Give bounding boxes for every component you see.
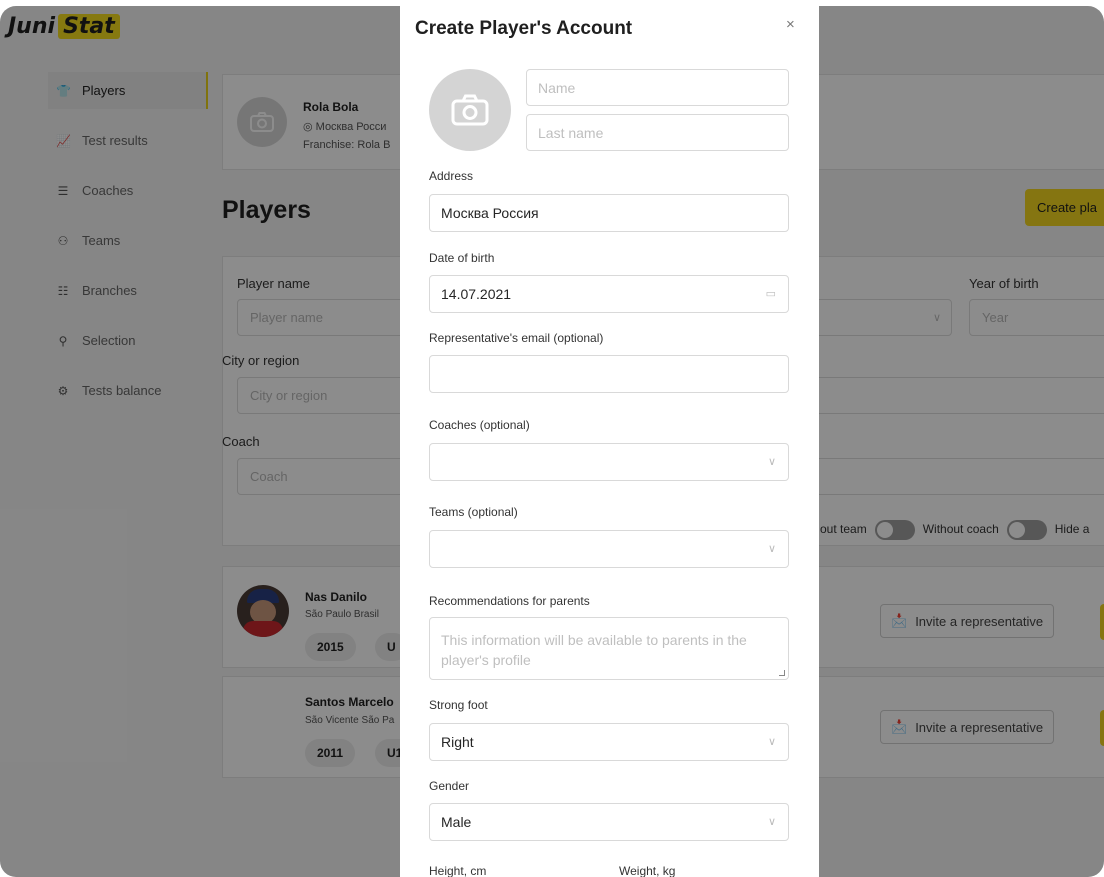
address-label: Address (429, 169, 474, 183)
name-input[interactable]: Name (526, 69, 789, 106)
coaches-label: Coaches (optional) (429, 418, 530, 432)
dob-value: 14.07.2021 (441, 286, 512, 302)
chevron-down-icon: ∨ (767, 736, 776, 748)
last-name-input[interactable]: Last name (526, 114, 789, 151)
address-input[interactable]: Москва Россия (429, 194, 789, 232)
chevron-down-icon: ∨ (767, 816, 776, 828)
chevron-down-icon: ∨ (767, 456, 776, 468)
close-icon[interactable]: × (786, 16, 795, 33)
strong-foot-select[interactable]: Right ∨ (429, 723, 789, 761)
camera-icon (451, 94, 489, 126)
weight-label: Weight, kg (619, 864, 676, 877)
teams-label: Teams (optional) (429, 505, 518, 519)
height-label: Height, cm (429, 864, 487, 877)
window-frame: Juni Stat 👕 Players 📈 Test results ☰ Coache… (0, 6, 1104, 877)
calendar-icon[interactable]: ▭ (766, 287, 776, 300)
teams-select[interactable]: ∨ (429, 530, 789, 568)
strong-foot-label: Strong foot (429, 698, 488, 712)
chevron-down-icon: ∨ (767, 543, 776, 555)
dob-input[interactable]: 14.07.2021 ▭ (429, 275, 789, 313)
app-background: Juni Stat 👕 Players 📈 Test results ☰ Coache… (0, 6, 1104, 877)
coaches-select[interactable]: ∨ (429, 443, 789, 481)
modal-title: Create Player's Account (415, 18, 633, 39)
gender-value: Male (441, 814, 472, 830)
recommendations-label: Recommendations for parents (429, 594, 590, 608)
gender-select[interactable]: Male ∨ (429, 803, 789, 841)
recommendations-textarea[interactable]: This information will be available to pa… (429, 617, 789, 680)
dob-label: Date of birth (429, 251, 495, 265)
strong-foot-value: Right (441, 734, 474, 750)
recommendations-placeholder: This information will be available to pa… (441, 632, 747, 668)
email-input[interactable] (429, 355, 789, 393)
email-label: Representative's email (optional) (429, 331, 604, 345)
photo-upload[interactable] (429, 69, 511, 151)
resize-handle[interactable] (779, 670, 785, 676)
create-player-modal: Create Player's Account × Name Last name… (400, 6, 819, 877)
gender-label: Gender (429, 779, 470, 793)
